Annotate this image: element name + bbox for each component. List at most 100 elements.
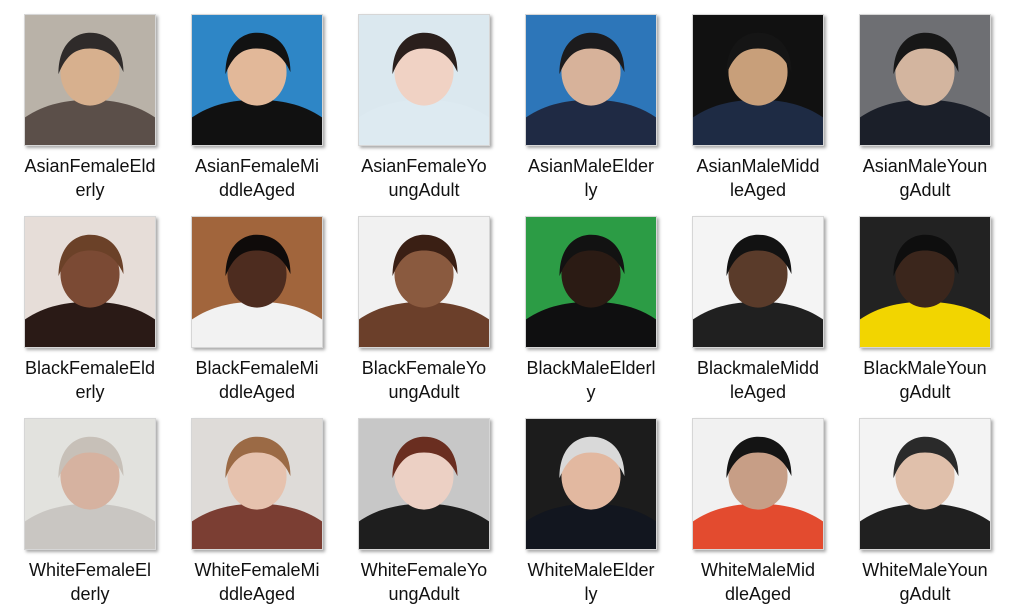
portrait-image bbox=[25, 217, 155, 347]
photo-thumbnail[interactable] bbox=[191, 216, 323, 348]
thumbnail-label-line2: ddleAged bbox=[218, 180, 296, 200]
portrait-image bbox=[192, 15, 322, 145]
portrait-image bbox=[693, 217, 823, 347]
portrait-image bbox=[693, 419, 823, 549]
portrait-image bbox=[860, 217, 990, 347]
photo-thumbnail[interactable] bbox=[358, 418, 490, 550]
portrait-image bbox=[359, 15, 489, 145]
thumbnail-label: BlackMaleYoun gAdult bbox=[845, 356, 1005, 404]
thumbnail-item[interactable]: WhiteFemaleEl derly bbox=[10, 418, 170, 614]
thumbnail-item[interactable]: WhiteMaleYoun gAdult bbox=[845, 418, 1005, 614]
photo-thumbnail[interactable] bbox=[525, 14, 657, 146]
thumbnail-item[interactable]: WhiteMaleElder ly bbox=[511, 418, 671, 614]
thumbnail-label-line2: erly bbox=[75, 180, 105, 200]
photo-thumbnail[interactable] bbox=[859, 216, 991, 348]
thumbnail-label: BlackMaleElderl y bbox=[511, 356, 671, 404]
portrait-image bbox=[526, 15, 656, 145]
thumbnail-label-line1: WhiteFemaleMi bbox=[194, 560, 320, 580]
photo-thumbnail[interactable] bbox=[859, 418, 991, 550]
thumbnail-label: AsianFemaleYo ungAdult bbox=[344, 154, 504, 202]
portrait-image bbox=[359, 217, 489, 347]
thumbnail-item[interactable]: BlackMaleYoun gAdult bbox=[845, 216, 1005, 412]
thumbnail-label: AsianMaleMidd leAged bbox=[678, 154, 838, 202]
photo-thumbnail[interactable] bbox=[358, 216, 490, 348]
thumbnail-label-line1: WhiteFemaleYo bbox=[360, 560, 488, 580]
photo-thumbnail[interactable] bbox=[191, 418, 323, 550]
portrait-image bbox=[860, 15, 990, 145]
thumbnail-label-line1: BlackFemaleEld bbox=[24, 358, 156, 378]
portrait-image bbox=[359, 419, 489, 549]
thumbnail-label: BlackFemaleEld erly bbox=[10, 356, 170, 404]
thumbnail-item[interactable]: BlackFemaleYo ungAdult bbox=[344, 216, 504, 412]
thumbnail-item[interactable]: AsianFemaleMi ddleAged bbox=[177, 14, 337, 210]
thumbnail-label-line2: leAged bbox=[729, 382, 787, 402]
thumbnail-label: WhiteFemaleMi ddleAged bbox=[177, 558, 337, 606]
thumbnail-label: BlackFemaleYo ungAdult bbox=[344, 356, 504, 404]
thumbnail-label-line2: leAged bbox=[729, 180, 787, 200]
thumbnail-item[interactable]: AsianMaleYoun gAdult bbox=[845, 14, 1005, 210]
thumbnail-label: AsianFemaleMi ddleAged bbox=[177, 154, 337, 202]
portrait-image bbox=[192, 217, 322, 347]
thumbnail-item[interactable]: AsianFemaleYo ungAdult bbox=[344, 14, 504, 210]
thumbnail-item[interactable]: BlackFemaleEld erly bbox=[10, 216, 170, 412]
thumbnail-label-line1: WhiteFemaleEl bbox=[28, 560, 152, 580]
thumbnail-label-line1: WhiteMaleMid bbox=[700, 560, 816, 580]
thumbnail-item[interactable]: AsianMaleElder ly bbox=[511, 14, 671, 210]
thumbnail-label: WhiteMaleElder ly bbox=[511, 558, 671, 606]
thumbnail-label-line2: ddleAged bbox=[218, 382, 296, 402]
thumbnail-label-line2: ly bbox=[584, 180, 598, 200]
thumbnail-label-line2: ddleAged bbox=[218, 584, 296, 604]
thumbnail-label: AsianFemaleEld erly bbox=[10, 154, 170, 202]
thumbnail-label-line1: AsianMaleElder bbox=[527, 156, 655, 176]
thumbnail-label-line2: gAdult bbox=[899, 180, 951, 200]
thumbnail-label-line2: derly bbox=[70, 584, 110, 604]
thumbnail-label: BlackFemaleMi ddleAged bbox=[177, 356, 337, 404]
photo-thumbnail[interactable] bbox=[525, 216, 657, 348]
thumbnail-label-line2: ly bbox=[584, 584, 598, 604]
thumbnail-label-line1: AsianFemaleMi bbox=[194, 156, 320, 176]
thumbnail-label-line1: BlackmaleMidd bbox=[696, 358, 820, 378]
thumbnail-label-line1: AsianFemaleYo bbox=[361, 156, 487, 176]
thumbnail-label-line1: BlackMaleElderl bbox=[526, 358, 656, 378]
thumbnail-item[interactable]: WhiteFemaleYo ungAdult bbox=[344, 418, 504, 614]
portrait-image bbox=[860, 419, 990, 549]
thumbnail-label: AsianMaleElder ly bbox=[511, 154, 671, 202]
photo-thumbnail[interactable] bbox=[692, 418, 824, 550]
portrait-image bbox=[25, 15, 155, 145]
photo-thumbnail[interactable] bbox=[358, 14, 490, 146]
thumbnail-item[interactable]: AsianFemaleEld erly bbox=[10, 14, 170, 210]
thumbnail-item[interactable]: WhiteMaleMid dleAged bbox=[678, 418, 838, 614]
image-grid: AsianFemaleEld erly AsianFemaleMi ddleAg… bbox=[0, 0, 1011, 616]
portrait-image bbox=[192, 419, 322, 549]
thumbnail-item[interactable]: BlackmaleMidd leAged bbox=[678, 216, 838, 412]
thumbnail-label: WhiteFemaleYo ungAdult bbox=[344, 558, 504, 606]
photo-thumbnail[interactable] bbox=[692, 14, 824, 146]
photo-thumbnail[interactable] bbox=[859, 14, 991, 146]
thumbnail-label-line1: WhiteMaleElder bbox=[527, 560, 655, 580]
portrait-image bbox=[25, 419, 155, 549]
portrait-image bbox=[526, 419, 656, 549]
thumbnail-label-line2: ungAdult bbox=[388, 382, 460, 402]
thumbnail-label: AsianMaleYoun gAdult bbox=[845, 154, 1005, 202]
thumbnail-label-line1: AsianMaleMidd bbox=[696, 156, 820, 176]
photo-thumbnail[interactable] bbox=[24, 216, 156, 348]
portrait-image bbox=[526, 217, 656, 347]
thumbnail-label: WhiteFemaleEl derly bbox=[10, 558, 170, 606]
photo-thumbnail[interactable] bbox=[692, 216, 824, 348]
thumbnail-label-line1: BlackMaleYoun bbox=[863, 358, 987, 378]
thumbnail-item[interactable]: AsianMaleMidd leAged bbox=[678, 14, 838, 210]
thumbnail-label-line1: BlackFemaleMi bbox=[195, 358, 319, 378]
photo-thumbnail[interactable] bbox=[24, 14, 156, 146]
thumbnail-label-line1: AsianFemaleEld bbox=[24, 156, 156, 176]
thumbnail-item[interactable]: BlackFemaleMi ddleAged bbox=[177, 216, 337, 412]
photo-thumbnail[interactable] bbox=[24, 418, 156, 550]
thumbnail-label-line2: dleAged bbox=[724, 584, 792, 604]
thumbnail-item[interactable]: WhiteFemaleMi ddleAged bbox=[177, 418, 337, 614]
thumbnail-label-line2: ungAdult bbox=[388, 584, 460, 604]
thumbnail-label-line1: AsianMaleYoun bbox=[862, 156, 988, 176]
photo-thumbnail[interactable] bbox=[191, 14, 323, 146]
thumbnail-label-line2: y bbox=[586, 382, 596, 402]
thumbnail-label-line1: WhiteMaleYoun bbox=[862, 560, 988, 580]
photo-thumbnail[interactable] bbox=[525, 418, 657, 550]
thumbnail-item[interactable]: BlackMaleElderl y bbox=[511, 216, 671, 412]
